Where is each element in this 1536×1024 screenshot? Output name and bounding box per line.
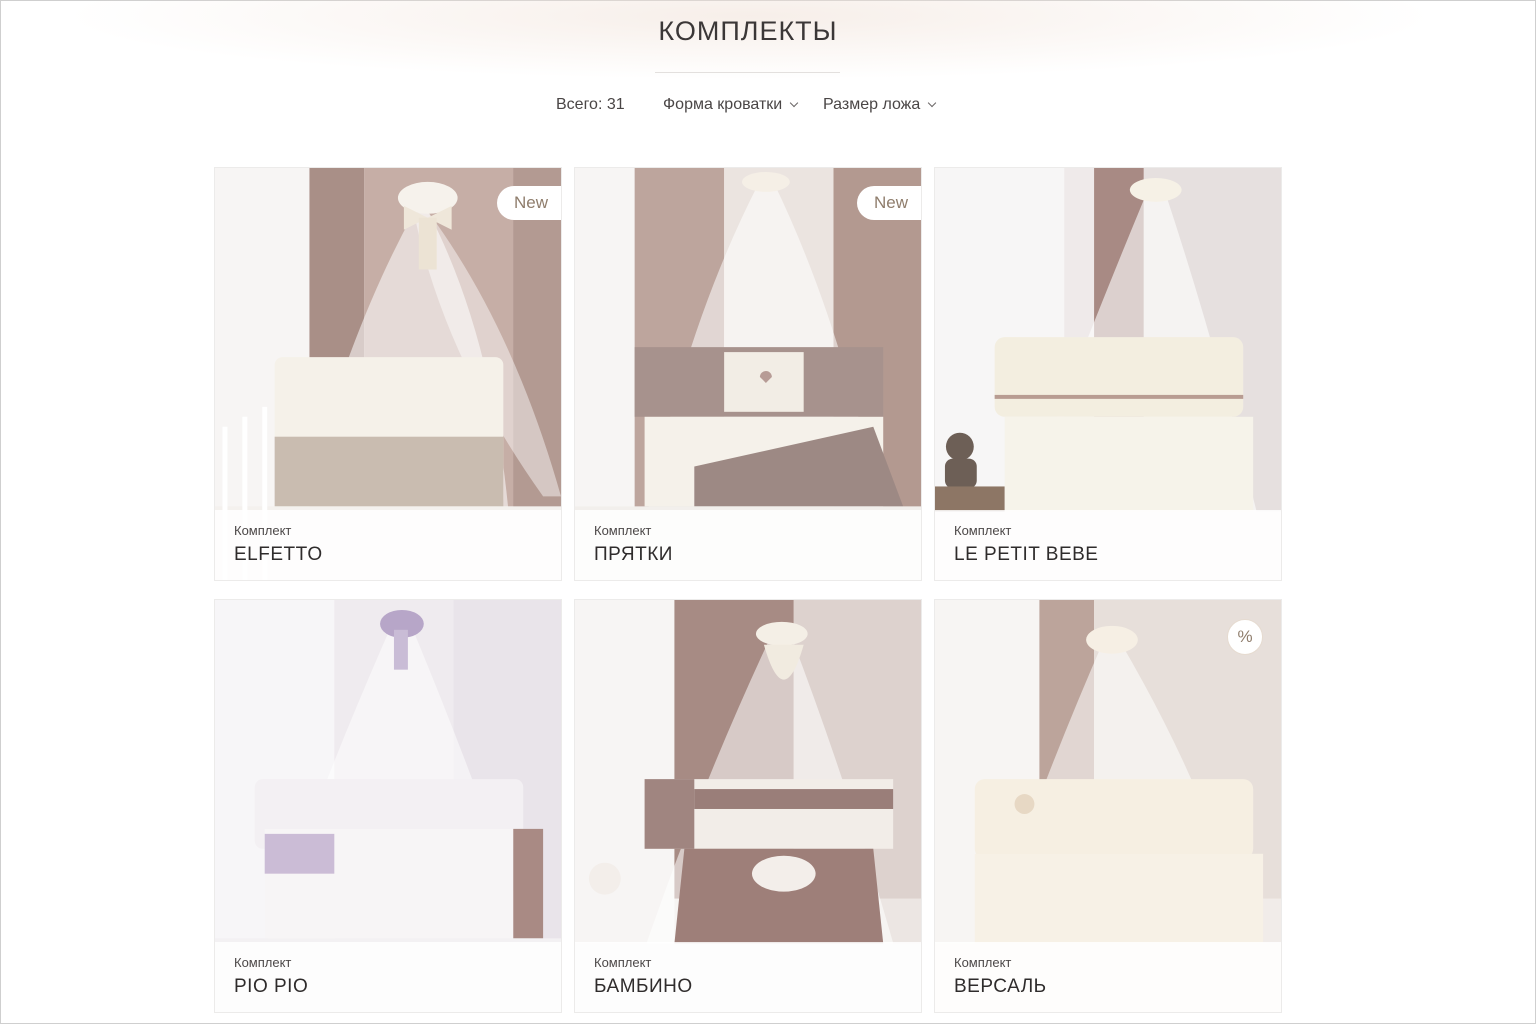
card-caption: Комплект LE PETIT BEBE	[935, 510, 1281, 580]
filter-bar: Всего: 31 Форма кроватки Размер ложа	[0, 94, 1536, 118]
filter-crib-shape[interactable]: Форма кроватки	[663, 96, 799, 114]
product-type: Комплект	[954, 523, 1012, 538]
product-type: Комплект	[234, 523, 292, 538]
product-type: Комплект	[954, 955, 1012, 970]
card-caption: Комплект ELFETTO	[215, 510, 561, 580]
product-name: LE PETIT BEBE	[954, 544, 1099, 565]
card-caption: Комплект PIO PIO	[215, 942, 561, 1012]
total-count: Всего: 31	[556, 96, 625, 113]
badge-discount: %	[1227, 619, 1263, 655]
product-name: ВЕРСАЛЬ	[954, 976, 1047, 997]
product-card-elfetto[interactable]: New Комплект ELFETTO	[214, 167, 562, 581]
card-caption: Комплект ВЕРСАЛЬ	[935, 942, 1281, 1012]
product-card-pryatki[interactable]: New Комплект ПРЯТКИ	[574, 167, 922, 581]
product-card-bambino[interactable]: Комплект БАМБИНО	[574, 599, 922, 1013]
product-name: PIO PIO	[234, 976, 309, 997]
card-caption: Комплект БАМБИНО	[575, 942, 921, 1012]
product-card-le-petit-bebe[interactable]: Комплект LE PETIT BEBE	[934, 167, 1282, 581]
filter-crib-shape-label: Форма кроватки	[663, 96, 783, 113]
product-card-pio-pio[interactable]: Комплект PIO PIO	[214, 599, 562, 1013]
product-type: Комплект	[594, 955, 652, 970]
chevron-down-icon	[928, 98, 937, 108]
chevron-down-icon	[789, 98, 799, 108]
card-caption: Комплект ПРЯТКИ	[575, 510, 921, 580]
product-type: Комплект	[594, 523, 652, 538]
badge-new: New	[857, 186, 921, 220]
page-title: КОМПЛЕКТЫ	[658, 16, 838, 46]
product-name: ELFETTO	[234, 544, 323, 565]
product-name: БАМБИНО	[594, 976, 693, 997]
badge-new: New	[497, 186, 561, 220]
filter-bed-size-label: Размер ложа	[823, 96, 921, 113]
filter-bed-size[interactable]: Размер ложа	[823, 96, 937, 114]
product-type: Комплект	[234, 955, 292, 970]
product-card-versal[interactable]: % Комплект ВЕРСАЛЬ	[934, 599, 1282, 1013]
product-name: ПРЯТКИ	[594, 544, 673, 565]
title-divider	[655, 72, 840, 73]
